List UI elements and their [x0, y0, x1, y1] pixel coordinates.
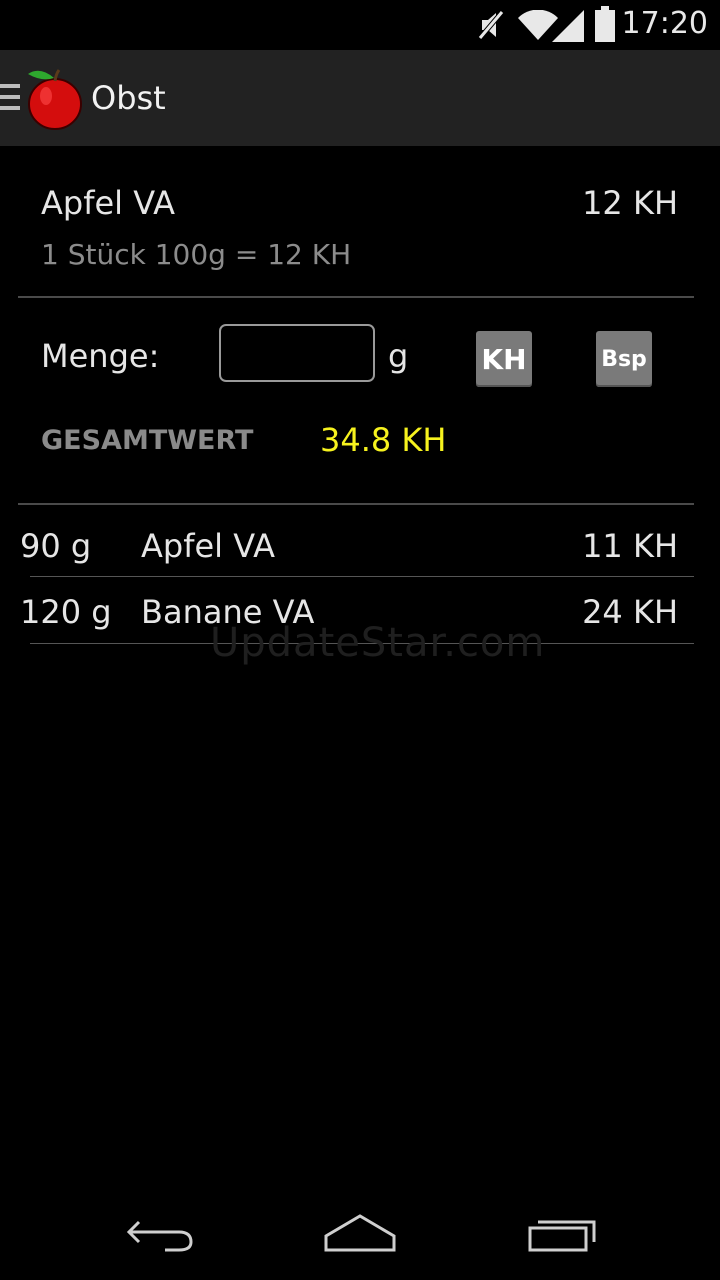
divider: [30, 576, 694, 577]
mute-icon: [476, 8, 506, 46]
app-title: Obst: [91, 79, 166, 117]
status-bar: 17:20: [0, 0, 720, 50]
signal-icon: [552, 10, 586, 46]
kh-button[interactable]: KH: [476, 331, 532, 387]
entry-kh: 24 KH: [582, 593, 678, 631]
food-portion: 1 Stück 100g = 12 KH: [41, 238, 352, 271]
recent-apps-icon[interactable]: [526, 1212, 598, 1260]
food-kh: 12 KH: [582, 184, 678, 222]
entry-kh: 11 KH: [582, 527, 678, 565]
apple-icon[interactable]: [26, 66, 84, 134]
home-icon[interactable]: [322, 1212, 398, 1260]
menge-input[interactable]: [219, 324, 375, 382]
battery-icon: [594, 6, 616, 46]
entry-amount: 120 g: [20, 593, 112, 631]
divider: [18, 296, 694, 298]
bsp-button[interactable]: Bsp: [596, 331, 652, 387]
total-label: GESAMTWERT: [41, 425, 254, 456]
status-time: 17:20: [621, 6, 708, 41]
unit-label: g: [388, 337, 409, 375]
food-name: Apfel VA: [41, 184, 175, 222]
back-icon[interactable]: [125, 1212, 195, 1260]
watermark: UpdateStar.com: [210, 620, 546, 666]
drawer-menu-icon[interactable]: [0, 84, 20, 118]
divider: [18, 503, 694, 505]
menge-label: Menge:: [41, 337, 160, 375]
total-value: 34.8 KH: [320, 421, 447, 459]
action-bar: Obst: [0, 50, 720, 146]
entry-amount: 90 g: [20, 527, 92, 565]
entry-name: Apfel VA: [141, 527, 275, 565]
